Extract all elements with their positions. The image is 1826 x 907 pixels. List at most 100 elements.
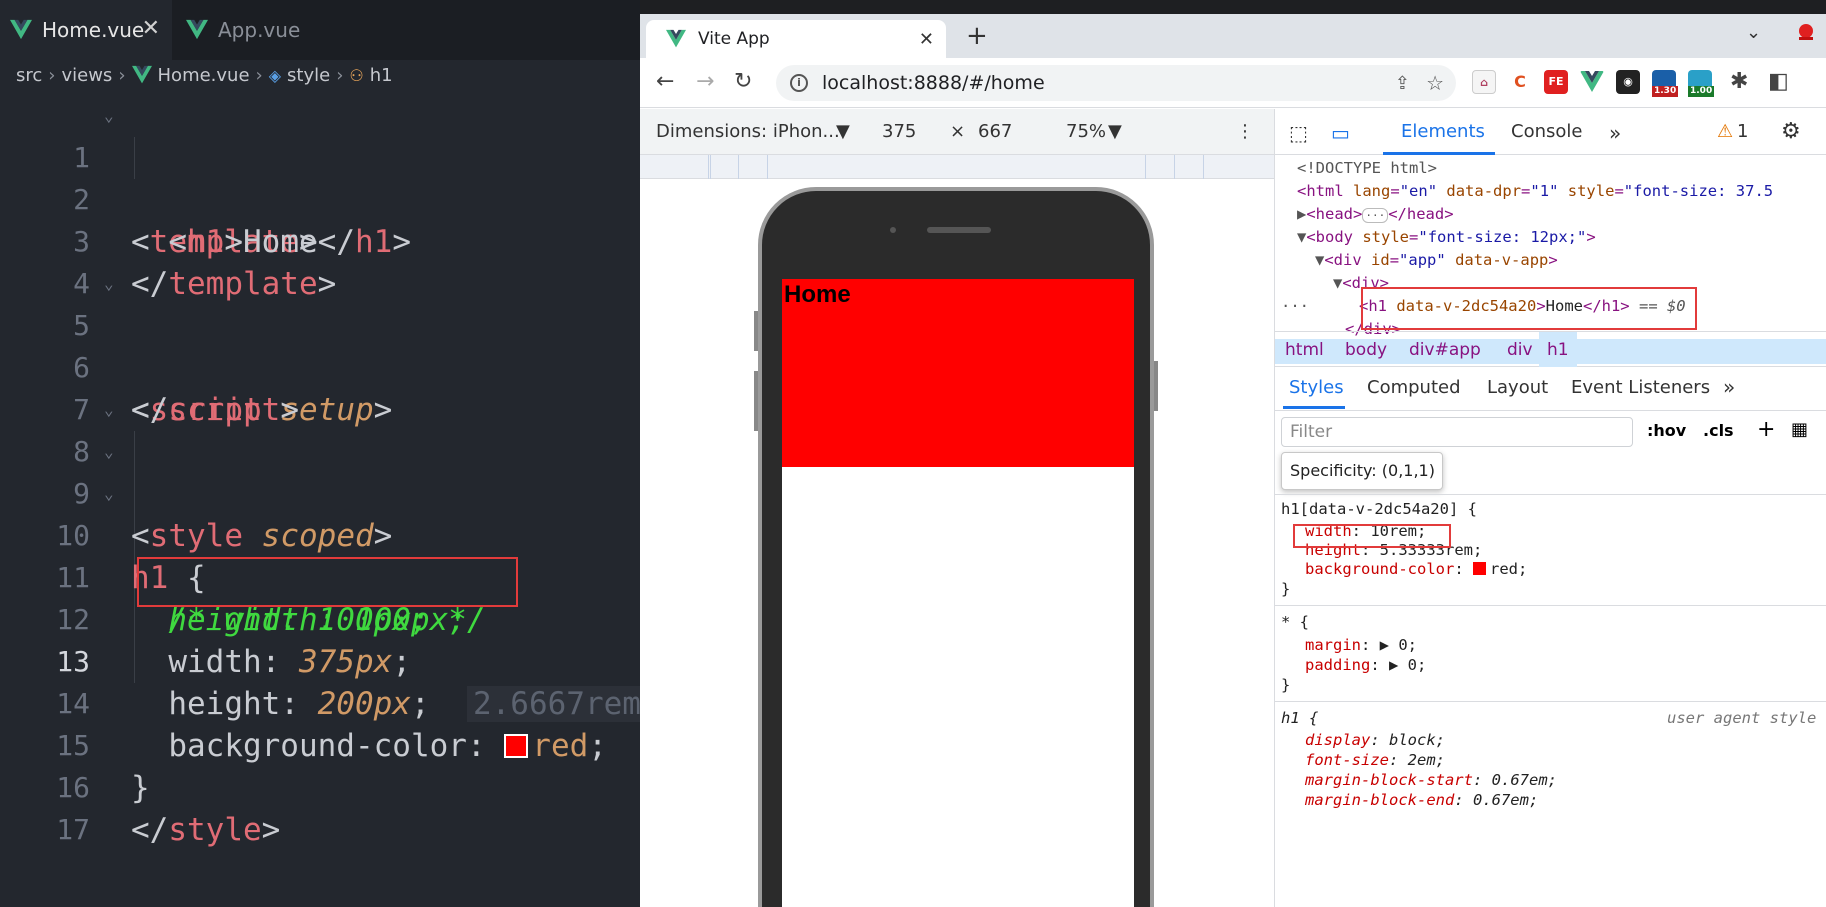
- fold-chevron-icon[interactable]: ⌄: [104, 95, 114, 137]
- extension-icon[interactable]: C: [1508, 70, 1532, 94]
- crumb-item[interactable]: h1: [1547, 340, 1569, 360]
- tab-console[interactable]: Console: [1511, 121, 1582, 142]
- plus-icon[interactable]: +: [1757, 417, 1775, 442]
- vue-devtools-icon[interactable]: [1580, 70, 1604, 94]
- dom-node[interactable]: ▶<head> ··· </head>: [1297, 203, 1454, 226]
- inspect-element-icon[interactable]: ⬚: [1289, 121, 1308, 145]
- reload-icon[interactable]: ↻: [734, 70, 752, 94]
- back-arrow-icon[interactable]: ←: [656, 70, 674, 94]
- breadcrumb-item[interactable]: views: [61, 65, 112, 86]
- vue-icon: [186, 19, 208, 40]
- rule-declaration[interactable]: display: block;: [1305, 729, 1445, 751]
- hov-toggle[interactable]: :hov: [1647, 421, 1686, 440]
- dom-node[interactable]: ▼<div id="app" data-v-app>: [1315, 249, 1558, 272]
- breadcrumb-item[interactable]: src: [16, 65, 42, 86]
- device-toggle-icon[interactable]: ▭: [1331, 121, 1350, 145]
- rule-close: }: [1281, 676, 1291, 694]
- crumb-item[interactable]: html: [1285, 340, 1324, 360]
- dom-node[interactable]: <!DOCTYPE html>: [1297, 157, 1437, 180]
- red-h1-box[interactable]: Home: [782, 279, 1134, 467]
- extension-icon[interactable]: 1.00: [1688, 70, 1715, 97]
- breadcrumb-item[interactable]: style: [287, 65, 330, 86]
- code-line: 11 height: 100px; */: [0, 515, 640, 638]
- more-tabs-icon[interactable]: »: [1723, 375, 1735, 399]
- vue-icon: [10, 19, 32, 40]
- dom-node[interactable]: ▼<body style="font-size: 12px;">: [1297, 226, 1596, 249]
- tab-app-vue[interactable]: App.vue: [172, 0, 352, 60]
- cls-toggle[interactable]: .cls: [1703, 421, 1734, 440]
- more-vertical-icon[interactable]: ⋮: [1236, 121, 1254, 142]
- gear-icon[interactable]: ⚙: [1781, 119, 1801, 144]
- fold-chevron-icon[interactable]: ⌄: [104, 431, 114, 473]
- extension-icon[interactable]: ⌂: [1472, 70, 1496, 94]
- caret-down-icon[interactable]: ▼: [1333, 274, 1342, 292]
- sidebar-icon[interactable]: ◧: [1768, 70, 1789, 94]
- device-height[interactable]: 667: [978, 121, 1012, 142]
- tab-computed[interactable]: Computed: [1367, 377, 1461, 398]
- plus-icon[interactable]: +: [966, 22, 988, 50]
- tab-styles[interactable]: Styles: [1289, 377, 1344, 398]
- browser-tab[interactable]: Vite App ✕: [646, 20, 946, 58]
- extension-icon[interactable]: ◉: [1616, 70, 1640, 94]
- close-icon[interactable]: ✕: [142, 18, 160, 40]
- device-select[interactable]: Dimensions: iPhon...: [656, 121, 840, 142]
- styles-filter-input[interactable]: Filter: [1281, 417, 1633, 447]
- puzzle-icon[interactable]: ✱: [1730, 70, 1748, 94]
- caret-down-icon[interactable]: ▼: [1315, 251, 1324, 269]
- code-line: 5 ⌄ <script setup>: [0, 263, 640, 428]
- paint-icon[interactable]: ▦: [1791, 419, 1808, 440]
- dimension-separator: ×: [950, 121, 966, 142]
- record-icon[interactable]: [1796, 22, 1816, 42]
- tab-elements[interactable]: Elements: [1401, 121, 1485, 142]
- tab-layout[interactable]: Layout: [1487, 377, 1548, 398]
- rule-declaration[interactable]: font-size: 2em;: [1305, 749, 1445, 771]
- extension-icon[interactable]: FE: [1544, 70, 1568, 94]
- breadcrumb-item[interactable]: h1: [370, 65, 393, 86]
- rule-declaration[interactable]: margin-block-end: 0.67em;: [1305, 789, 1538, 811]
- star-icon[interactable]: ☆: [1426, 71, 1444, 95]
- specificity-tooltip: Specificity: (0,1,1): [1281, 452, 1443, 490]
- code-line: 1 ⌄ <template>: [0, 95, 640, 260]
- crumb-item[interactable]: div#app: [1409, 340, 1481, 360]
- forward-arrow-icon[interactable]: →: [696, 70, 714, 94]
- dom-node[interactable]: <html lang="en" data-dpr="1" style="font…: [1297, 180, 1773, 203]
- close-icon[interactable]: ✕: [919, 29, 934, 50]
- warning-count: 1: [1737, 121, 1749, 142]
- tab-event-listeners[interactable]: Event Listeners: [1571, 377, 1710, 398]
- rule-declaration[interactable]: margin-block-start: 0.67em;: [1305, 769, 1557, 791]
- more-tabs-icon[interactable]: »: [1609, 121, 1621, 145]
- more-horizontal-icon[interactable]: ···: [1281, 295, 1309, 318]
- chevron-right-icon: ›: [336, 64, 344, 86]
- rule-declaration[interactable]: margin: ▶ 0;: [1305, 634, 1417, 656]
- rule-selector[interactable]: h1 {: [1281, 707, 1318, 729]
- extension-icon[interactable]: 1.30: [1652, 70, 1679, 97]
- address-bar[interactable]: i localhost:8888/#/home ⇪ ☆: [776, 65, 1456, 101]
- warning-icon[interactable]: ⚠: [1717, 121, 1733, 142]
- zoom-select[interactable]: 75%: [1066, 121, 1106, 142]
- device-viewport: Home: [640, 179, 1274, 907]
- crumb-item[interactable]: div: [1507, 340, 1533, 360]
- info-icon[interactable]: i: [790, 74, 808, 92]
- media-query-ruler[interactable]: [640, 155, 1274, 179]
- fold-chevron-icon[interactable]: ⌄: [104, 389, 114, 431]
- chevron-down-icon[interactable]: ⌄: [1746, 22, 1761, 43]
- rule-selector[interactable]: * {: [1281, 611, 1309, 633]
- share-icon[interactable]: ⇪: [1395, 73, 1410, 94]
- fold-chevron-icon[interactable]: ⌄: [104, 263, 114, 305]
- rule-selector[interactable]: h1[data-v-2dc54a20] {: [1281, 498, 1477, 520]
- fold-chevron-icon[interactable]: ⌄: [104, 473, 114, 515]
- breadcrumb-item[interactable]: Home.vue: [158, 65, 250, 86]
- device-width[interactable]: 375: [882, 121, 916, 142]
- phone-screen: Home: [782, 279, 1134, 907]
- browser-window: Vite App ✕ + ⌄ ← → ↻ i localhost:8888/#/…: [640, 14, 1826, 907]
- crumb-item[interactable]: body: [1345, 340, 1387, 360]
- code-line: 14 background-color: red;: [0, 641, 640, 764]
- code-area[interactable]: 1 ⌄ <template> 2 <h1>Home</h1> 3 </templ…: [0, 95, 640, 848]
- caret-right-icon[interactable]: ▶: [1297, 205, 1306, 223]
- color-swatch[interactable]: [1472, 562, 1486, 575]
- tab-home-vue[interactable]: Home.vue ✕: [0, 0, 172, 60]
- rule-declaration[interactable]: padding: ▶ 0;: [1305, 654, 1426, 676]
- rule-declaration[interactable]: background-color: red;: [1305, 558, 1527, 580]
- url-text: localhost:8888/#/home: [822, 72, 1045, 94]
- caret-down-icon[interactable]: ▼: [1297, 228, 1306, 246]
